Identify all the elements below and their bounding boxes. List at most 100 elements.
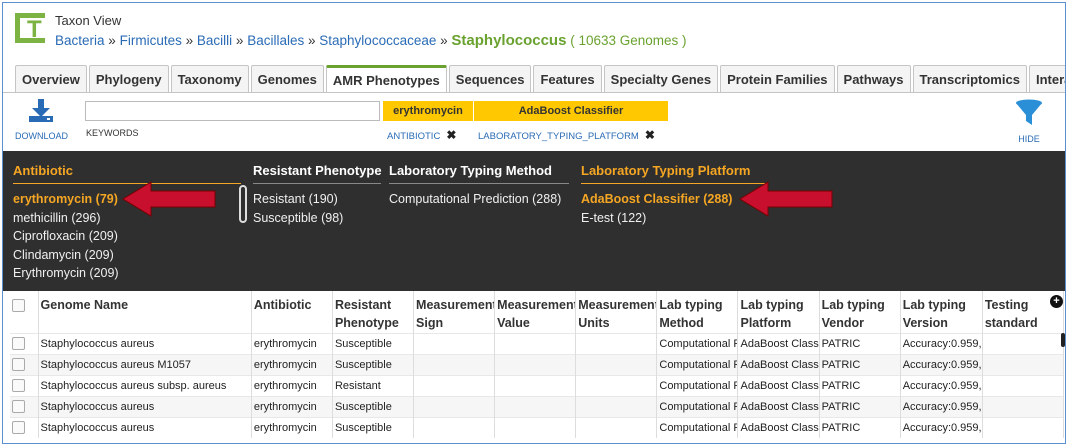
filter-chip-platform[interactable]: AdaBoost Classifier [474, 101, 668, 121]
column-header[interactable]: Antibiotic [251, 291, 333, 333]
breadcrumb-bacilli[interactable]: Bacilli [197, 33, 232, 48]
column-header[interactable]: Measurement Value [494, 291, 577, 333]
row-checkbox[interactable] [12, 379, 25, 392]
facet-title-lab-typing-method: Laboratory Typing Method [389, 163, 552, 178]
breadcrumb-separator: » [235, 33, 244, 48]
cell [413, 353, 496, 375]
cell [413, 395, 496, 417]
table-row[interactable]: Staphylococcus aureus erythromycin Susce… [10, 416, 1065, 438]
cell [575, 332, 658, 354]
page-header: T Taxon View Bacteria » Firmicutes » Bac… [3, 3, 1065, 63]
cell: PATRIC [819, 332, 901, 354]
column-header[interactable]: Lab typing Version [900, 291, 983, 333]
cell: Computational P [656, 332, 739, 354]
column-header[interactable]: Resistant Phenotype [332, 291, 415, 333]
table-row[interactable]: Staphylococcus aureus erythromycin Susce… [10, 395, 1065, 417]
breadcrumb-bacillales[interactable]: Bacillales [247, 33, 304, 48]
download-button[interactable]: DOWNLOAD [15, 99, 68, 141]
column-header[interactable]: Lab typing Platform [737, 291, 820, 333]
column-header[interactable]: Genome Name [38, 291, 252, 333]
table-row[interactable]: Staphylococcus aureus erythromycin Susce… [10, 332, 1065, 354]
hide-filters-button[interactable]: HIDE [1011, 99, 1047, 144]
tab-sequences[interactable]: Sequences [448, 65, 532, 92]
row-checkbox[interactable] [12, 337, 25, 350]
cell: Computational P [656, 374, 739, 396]
facet-item[interactable]: Clindamycin (209) [13, 246, 241, 265]
cell: Accuracy:0.959, [900, 395, 983, 417]
column-header[interactable]: Measurement Sign [413, 291, 496, 333]
filter-label-platform: LABORATORY_TYPING_PLATFORM ✖ [478, 128, 655, 142]
remove-filter-platform-icon[interactable]: ✖ [645, 128, 655, 142]
filter-toolbar: DOWNLOAD KEYWORDS erythromycin ANTIBIOTI… [3, 93, 1065, 151]
breadcrumb-bacteria[interactable]: Bacteria [55, 33, 105, 48]
breadcrumb-firmicutes[interactable]: Firmicutes [120, 33, 182, 48]
tab-phylogeny[interactable]: Phylogeny [88, 65, 169, 92]
taxon-logo-icon: T [15, 13, 45, 43]
column-header[interactable]: Measurement Units [575, 291, 658, 333]
facet-lab-typing-method: Laboratory Typing Method Computational P… [389, 151, 569, 291]
filter-chip-antibiotic[interactable]: erythromycin [383, 101, 473, 121]
cell: PATRIC [819, 395, 901, 417]
cell: Staphylococcus aureus [38, 332, 252, 354]
scrollbar-handle[interactable] [1061, 333, 1065, 347]
cell [494, 353, 577, 375]
table-row[interactable]: Staphylococcus aureus M1057 erythromycin… [10, 353, 1065, 375]
breadcrumb-separator: » [185, 33, 194, 48]
select-all-cell[interactable] [10, 291, 39, 333]
row-checkbox[interactable] [12, 400, 25, 413]
tab-taxonomy[interactable]: Taxonomy [170, 65, 249, 92]
cell: AdaBoost Classi [737, 374, 820, 396]
facet-item[interactable]: Ciprofloxacin (209) [13, 227, 241, 246]
cell [575, 353, 658, 375]
tab-transcriptomics[interactable]: Transcriptomics [912, 65, 1027, 92]
cell: Accuracy:0.959, [900, 416, 983, 438]
facet-panel: Antibiotic erythromycin (79) methicillin… [3, 151, 1065, 291]
column-header[interactable]: Lab typing Vendor [819, 291, 901, 333]
select-all-checkbox[interactable] [12, 299, 25, 313]
tab-pathways[interactable]: Pathways [836, 65, 911, 92]
row-checkbox[interactable] [12, 358, 25, 371]
cell: AdaBoost Classi [737, 353, 820, 375]
cell: Susceptible [332, 332, 415, 354]
table-row[interactable]: Staphylococcus aureus subsp. aureus eryt… [10, 374, 1065, 396]
tab-specialty-genes[interactable]: Specialty Genes [603, 65, 719, 92]
cell: PATRIC [819, 374, 901, 396]
facet-item[interactable]: Resistant (190) [253, 190, 381, 209]
cell: Staphylococcus aureus M1057 [38, 353, 252, 375]
facet-item[interactable]: Erythromycin (209) [13, 264, 241, 283]
facet-item[interactable]: Susceptible (98) [253, 209, 381, 228]
tab-genomes[interactable]: Genomes [250, 65, 324, 92]
tab-protein-families[interactable]: Protein Families [720, 65, 835, 92]
cell: PATRIC [819, 416, 901, 438]
cell: erythromycin [251, 353, 333, 375]
tab-interaction[interactable]: Interaction [1028, 65, 1065, 92]
cell [575, 395, 658, 417]
cell [982, 353, 1065, 375]
column-header[interactable]: Lab typing Method [656, 291, 739, 333]
row-checkbox[interactable] [12, 421, 25, 435]
cell: Susceptible [332, 395, 415, 417]
filter-field-platform: LABORATORY_TYPING_PLATFORM [478, 131, 639, 142]
amr-table: Genome Name Antibiotic Resistant Phenoty… [10, 291, 1065, 438]
cell: AdaBoost Classi [737, 416, 820, 438]
breadcrumb-separator: » [108, 33, 116, 48]
tab-features[interactable]: Features [533, 65, 602, 92]
facet-title-resistant-phenotype: Resistant Phenotype [253, 163, 382, 178]
cell: AdaBoost Classi [737, 395, 820, 417]
breadcrumb-staphylococcaceae[interactable]: Staphylococcaceae [319, 33, 436, 48]
taxon-view-window: T Taxon View Bacteria » Firmicutes » Bac… [2, 2, 1066, 444]
facet-item[interactable]: Computational Prediction (288) [389, 190, 569, 209]
tab-amr-phenotypes[interactable]: AMR Phenotypes [325, 65, 447, 93]
cell: Accuracy:0.959, [900, 374, 983, 396]
cell [494, 374, 577, 396]
tab-overview[interactable]: Overview [15, 65, 87, 92]
cell [982, 416, 1065, 438]
keywords-input[interactable] [85, 101, 380, 121]
red-arrow-icon [739, 181, 833, 217]
cell [413, 416, 496, 438]
cell: Susceptible [332, 416, 415, 438]
remove-filter-antibiotic-icon[interactable]: ✖ [446, 128, 456, 142]
add-column-icon[interactable]: + [1050, 295, 1063, 308]
cell: AdaBoost Classi [737, 332, 820, 354]
filter-label-antibiotic: ANTIBIOTIC ✖ [387, 128, 456, 142]
